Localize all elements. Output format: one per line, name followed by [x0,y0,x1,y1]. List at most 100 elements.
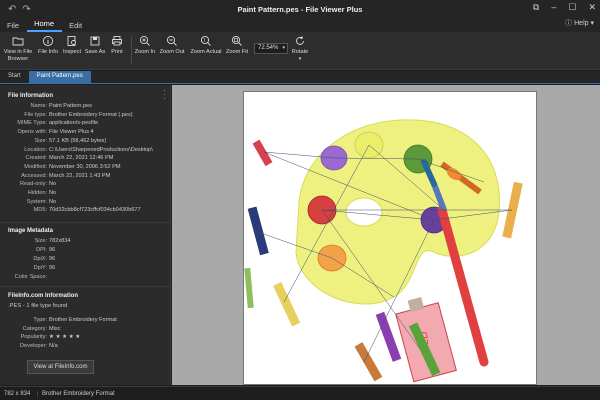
close-icon[interactable]: ✕ [588,2,596,13]
info-key: Size: [34,137,47,144]
info-row: Hidden: No [0,190,170,198]
zoom-in-button[interactable]: Zoom In [134,35,156,56]
info-value: N/a [49,343,58,350]
printer-icon [111,35,123,47]
info-key: Size: [34,238,47,244]
more-options-icon[interactable]: · · · [163,87,166,103]
info-key: Read-only: [19,181,47,188]
menu-bar: File Home Edit ⓘ Help ▾ [0,19,600,32]
info-value: Brother Embroidery Format [49,317,117,323]
file-info-label: File Info [38,49,58,55]
history-nav: ↶ ↷ [8,4,31,15]
image-viewer[interactable]: RED [172,85,600,385]
info-key: Name: [30,103,47,109]
info-key: Popularity: [20,334,47,341]
info-value: No [49,181,57,188]
minimize-icon[interactable]: – [551,2,556,13]
view-in-browser-button[interactable]: View in File Browser [3,35,33,62]
info-row: Opens with: File Viewer Plus 4 [0,129,170,137]
rotate-label: Rotate [291,49,309,55]
rotate-dropdown-icon: ▾ [298,55,302,62]
info-key: MIME Type: [17,120,47,127]
tab-paint-pattern[interactable]: Paint Pattern.pes [28,71,91,83]
info-key: System: [26,198,47,205]
inspect-icon [66,35,78,47]
info-key: Modified: [24,163,47,170]
zoom-in-icon [139,35,151,47]
file-info-button[interactable]: File Info [36,35,60,56]
save-icon [89,35,101,47]
menu-file[interactable]: File [0,21,27,32]
info-key: Location: [24,146,47,153]
view-at-fileinfo-button[interactable]: View at FileInfo.com [27,360,94,374]
zoom-level-value: 72.54% [258,45,279,51]
info-row: File type: Brother Embroidery Format (.pe… [0,111,170,120]
status-bar: 782 x 834 Brother Embroidery Format [0,386,600,400]
save-as-button[interactable]: Save As [84,35,106,56]
info-key: Developer: [19,343,47,350]
info-value: March 22, 2021 12:46 PM [49,155,114,162]
info-row: Color Space: [0,274,170,282]
zoom-fit-button[interactable]: Zoom Fit [224,35,250,56]
info-row: DpiX: 96 [0,256,170,264]
restore-icon[interactable]: ⧉ [533,2,539,13]
info-row: Accessed: March 22, 2021 1:43 PM [0,172,170,181]
info-row: Name: Paint Pattern.pes [0,103,170,111]
inspect-button[interactable]: Inspect [61,35,83,56]
menu-edit[interactable]: Edit [62,21,90,32]
embroidery-image: RED [243,91,537,385]
zoom-actual-button[interactable]: 1 Zoom Actual [189,35,223,56]
info-row: System: No [0,198,170,207]
fileinfo-subtitle: .PES - 1 file type found [8,303,68,309]
zoom-out-icon [166,35,178,47]
info-value: 70d32cbb8cf723cffcf034cb0430b677 [49,207,141,214]
paint-palette-illustration: RED [244,119,523,383]
info-key: File type: [24,111,47,118]
image-metadata-heading: Image Metadata [8,228,54,234]
window-title: Paint Pattern.pes - File Viewer Plus [237,5,363,14]
info-key: DpiX: [33,256,47,262]
tab-start[interactable]: Start [0,71,29,83]
fileinfo-heading: FileInfo.com Information [8,293,78,299]
rotate-button[interactable]: Rotate ▾ [289,35,311,62]
info-key: Accessed: [21,172,47,179]
info-key: Hidden: [27,190,47,196]
menu-home[interactable]: Home [27,19,63,32]
info-row: Popularity: ★ ★ ★ ★ ★ [0,334,170,342]
inspect-label: Inspect [62,49,82,55]
maximize-icon[interactable]: ☐ [568,2,576,13]
info-row: DpiY: 96 [0,265,170,273]
info-value: 782x834 [49,238,71,244]
info-value: 96 [49,247,56,253]
info-row: Location: C:\Users\SharpenedProductions\D… [0,146,170,155]
info-row: DPI: 96 [0,247,170,255]
info-icon [42,35,54,47]
info-value: 96 [49,256,56,262]
status-format: Brother Embroidery Format [42,390,115,397]
ribbon-separator [131,36,132,64]
zoom-level-select[interactable]: 72.54% ▾ [254,43,288,54]
section-divider [0,286,170,287]
info-key: MD5: [33,207,47,214]
zoom-fit-label: Zoom Fit [225,49,249,55]
info-key: Created: [25,155,47,162]
info-row: Size: 57.1 KB (58,462 bytes) [0,137,170,146]
status-dimensions: 782 x 834 [0,390,38,397]
zoom-out-label: Zoom Out [159,49,185,55]
ribbon-toolbar: View in File Browser File Info Inspect S… [0,32,600,70]
info-key: Opens with: [17,129,47,136]
info-value: November 30, 2006 3:52 PM [49,163,121,170]
forward-icon[interactable]: ↷ [22,4,30,15]
file-information-heading: File Information [8,93,53,99]
back-icon[interactable]: ↶ [8,4,16,15]
info-row: Read-only: No [0,181,170,189]
info-value: 96 [49,265,56,271]
info-row: Type: Brother Embroidery Format [0,317,170,325]
zoom-in-label: Zoom In [134,49,156,55]
zoom-out-button[interactable]: Zoom Out [157,35,187,56]
print-button[interactable]: Print [108,35,126,56]
help-menu[interactable]: ⓘ Help ▾ [565,18,594,28]
info-key: Type: [33,317,47,323]
info-key: DPI: [36,247,47,253]
info-sidebar: · · · File Information Name: Paint Pattern.… [0,85,171,385]
